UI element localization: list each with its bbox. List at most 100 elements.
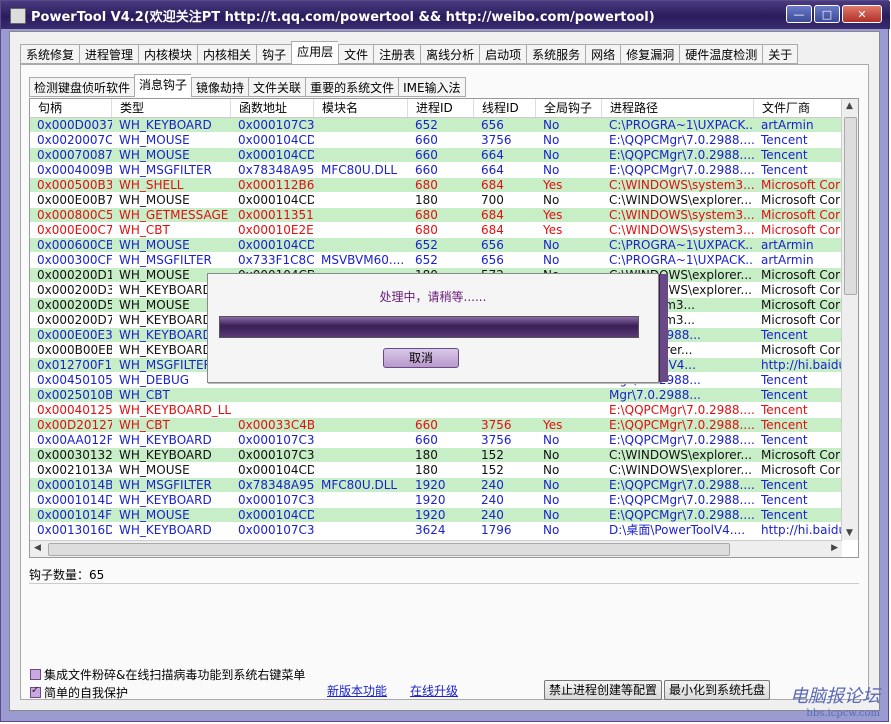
tab-12[interactable]: 修复漏洞 bbox=[620, 44, 680, 64]
column-header[interactable]: 模块名 bbox=[314, 99, 408, 117]
table-row[interactable]: 0x00D20127 WH_CBT 0x00033C4B 660 3756 Yes E:\Q… bbox=[30, 418, 842, 433]
minimize-icon[interactable]: — bbox=[786, 5, 812, 23]
subtab-1[interactable]: 消息钩子 bbox=[134, 74, 192, 97]
new-features-link[interactable]: 新版本功能 bbox=[327, 682, 387, 699]
cell-tid: 3756 bbox=[481, 133, 512, 147]
maximize-icon[interactable]: □ bbox=[814, 5, 840, 23]
scroll-up-icon[interactable]: ▲ bbox=[846, 101, 853, 111]
table-row[interactable]: 0x00070087 WH_MOUSE 0x000104CD 660 664 No E:\Q… bbox=[30, 148, 842, 163]
tab-8[interactable]: 离线分析 bbox=[420, 44, 480, 64]
table-row[interactable]: 0x0001014B WH_MSGFILTER 0x78348A95 MFC80U.D… bbox=[30, 478, 842, 493]
table-row[interactable]: 0x0021013A WH_MOUSE 0x000104CD 180 152 No C:\W… bbox=[30, 463, 842, 478]
vertical-scrollbar[interactable]: ▲ ▼ bbox=[841, 99, 858, 540]
cell-module bbox=[314, 403, 408, 417]
tab-5[interactable]: 应用层 bbox=[291, 41, 339, 65]
shell-integration-option[interactable]: 集成文件粉碎&在线扫描病毒功能到系统右键菜单 bbox=[30, 666, 305, 683]
cell-vendor: artArmin bbox=[761, 253, 814, 267]
cell-module bbox=[314, 208, 408, 222]
tab-9[interactable]: 启动项 bbox=[479, 44, 527, 64]
table-row[interactable]: 0x000800C5 WH_GETMESSAGE 0x00011351 680 684 Y… bbox=[30, 208, 842, 223]
cell-vendor: Microsoft Corp bbox=[761, 223, 842, 237]
cell-vendor: Tencent bbox=[761, 388, 808, 402]
cell-pid: 660 bbox=[415, 133, 438, 147]
column-header[interactable]: 线程ID bbox=[474, 99, 536, 117]
vertical-scroll-thumb[interactable] bbox=[844, 117, 857, 295]
cell-module bbox=[314, 178, 408, 192]
tab-0[interactable]: 系统修复 bbox=[20, 44, 80, 64]
table-row[interactable]: 0x000E00C7 WH_CBT 0x00010E2E 680 684 Yes C:\WI… bbox=[30, 223, 842, 238]
table-row[interactable]: 0x000E00B7 WH_MOUSE 0x000104CD 180 700 No C:\W… bbox=[30, 193, 842, 208]
cell-tid: 3756 bbox=[481, 433, 512, 447]
block-process-config-button[interactable]: 禁止进程创建等配置 bbox=[544, 680, 663, 700]
cell-path: D:\桌面\PowerToolV4.... bbox=[609, 523, 746, 537]
tab-14[interactable]: 关于 bbox=[762, 44, 799, 64]
subtab-3[interactable]: 文件关联 bbox=[248, 77, 306, 97]
progress-bar bbox=[219, 316, 639, 338]
tab-4[interactable]: 钩子 bbox=[256, 44, 292, 64]
close-icon[interactable]: ✕ bbox=[842, 5, 882, 23]
table-row[interactable]: 0x00040125 WH_KEYBOARD_LL E:\QQPCMgr\7.0.2… bbox=[30, 403, 842, 418]
cell-vendor: http://hi.baidu bbox=[761, 523, 842, 537]
column-header[interactable]: 文件厂商 bbox=[754, 99, 842, 117]
table-row[interactable]: 0x00AA012F WH_KEYBOARD 0x000107C3 660 3756 No… bbox=[30, 433, 842, 448]
tab-3[interactable]: 内核相关 bbox=[197, 44, 257, 64]
subtab-0[interactable]: 检测键盘侦听软件 bbox=[29, 77, 135, 97]
cell-pid: 1920 bbox=[415, 493, 446, 507]
cell-pid: 1920 bbox=[415, 478, 446, 492]
tab-13[interactable]: 硬件温度检测 bbox=[679, 44, 763, 64]
tab-11[interactable]: 网络 bbox=[585, 44, 621, 64]
cell-vendor: artArmin bbox=[761, 238, 814, 252]
cell-tid: 3756 bbox=[481, 418, 512, 432]
cell-type: WH_SHELL bbox=[119, 178, 184, 192]
cell-path: E:\QQPCMgr\7.0.2988.... bbox=[609, 433, 754, 447]
tab-7[interactable]: 注册表 bbox=[373, 44, 421, 64]
cell-pid: 652 bbox=[415, 238, 438, 252]
column-header[interactable]: 进程路径 bbox=[602, 99, 754, 117]
title-bar[interactable]: PowerTool V4.2(欢迎关注PT http://t.qq.com/po… bbox=[1, 1, 890, 29]
tab-1[interactable]: 进程管理 bbox=[79, 44, 139, 64]
horizontal-scrollbar[interactable]: ◀ ▶ bbox=[30, 540, 842, 557]
cell-type: WH_MOUSE bbox=[119, 148, 190, 162]
table-row[interactable]: 0x0001014F WH_MOUSE 0x000104CD 1920 240 No E:\… bbox=[30, 508, 842, 523]
subtab-4[interactable]: 重要的系统文件 bbox=[305, 77, 399, 97]
scroll-down-icon[interactable]: ▼ bbox=[846, 528, 853, 538]
table-row[interactable]: 0x000D0037 WH_KEYBOARD 0x000107C3 652 656 No C… bbox=[30, 118, 842, 133]
subtab-5[interactable]: IME输入法 bbox=[398, 77, 466, 97]
table-row[interactable]: 0x0020007C WH_MOUSE 0x000104CD 660 3756 No E:\… bbox=[30, 133, 842, 148]
cell-type: WH_MOUSE bbox=[119, 193, 190, 207]
tab-6[interactable]: 文件 bbox=[338, 44, 374, 64]
column-header[interactable]: 句柄 bbox=[30, 99, 112, 117]
column-header[interactable]: 全局钩子 bbox=[536, 99, 602, 117]
tab-10[interactable]: 系统服务 bbox=[526, 44, 586, 64]
shell-integration-checkbox[interactable] bbox=[30, 669, 41, 680]
table-row[interactable]: 0x0004009B WH_MSGFILTER 0x78348A95 MFC80U.D… bbox=[30, 163, 842, 178]
column-header[interactable]: 类型 bbox=[112, 99, 231, 117]
cell-vendor: Microsoft Corp bbox=[761, 268, 842, 282]
scroll-right-icon[interactable]: ▶ bbox=[831, 543, 838, 553]
column-header[interactable]: 函数地址 bbox=[231, 99, 314, 117]
self-protect-checkbox[interactable] bbox=[30, 685, 41, 698]
cancel-button[interactable]: 取消 bbox=[383, 348, 459, 368]
table-row[interactable]: 0x0025010B WH_CBT Mgr\7.0.2988... Tencent bbox=[30, 388, 842, 403]
cell-addr: 0x000107C3 bbox=[238, 118, 314, 132]
cell-addr: 0x000104CD bbox=[238, 463, 314, 477]
column-header[interactable]: 进程ID bbox=[408, 99, 474, 117]
horizontal-scroll-thumb[interactable] bbox=[48, 543, 730, 556]
table-row[interactable]: 0x000300CF WH_MSGFILTER 0x733F1C8C MSVBVM60… bbox=[30, 253, 842, 268]
sub-tab-bar: 检测键盘侦听软件 消息钩子 镜像劫持 文件关联 重要的系统文件 IME输入法 bbox=[29, 74, 466, 97]
self-protect-option[interactable]: 简单的自我保护 bbox=[30, 684, 128, 701]
cell-addr: 0x00033C4B bbox=[238, 418, 314, 432]
online-upgrade-link[interactable]: 在线升级 bbox=[410, 682, 458, 699]
cell-tid: 240 bbox=[481, 508, 504, 522]
table-row[interactable]: 0x000600CB WH_MOUSE 0x000104CD 652 656 No C:\P… bbox=[30, 238, 842, 253]
scroll-left-icon[interactable]: ◀ bbox=[34, 543, 41, 553]
table-row[interactable]: 0x0013016D WH_KEYBOARD 0x000107C3 3624 1796 N… bbox=[30, 523, 842, 538]
minimize-to-tray-button[interactable]: 最小化到系统托盘 bbox=[664, 680, 771, 700]
table-row[interactable]: 0x000500B3 WH_SHELL 0x000112B6 680 684 Yes C:\… bbox=[30, 178, 842, 193]
cell-vendor: Tencent bbox=[761, 163, 808, 177]
table-row[interactable]: 0x0001014D WH_KEYBOARD 0x000107C3 1920 240 No… bbox=[30, 493, 842, 508]
table-row[interactable]: 0x00030132 WH_KEYBOARD 0x000107C3 180 152 No C… bbox=[30, 448, 842, 463]
progress-message: 处理中，请稍等...... bbox=[379, 290, 487, 304]
subtab-2[interactable]: 镜像劫持 bbox=[191, 77, 249, 97]
tab-2[interactable]: 内核模块 bbox=[138, 44, 198, 64]
